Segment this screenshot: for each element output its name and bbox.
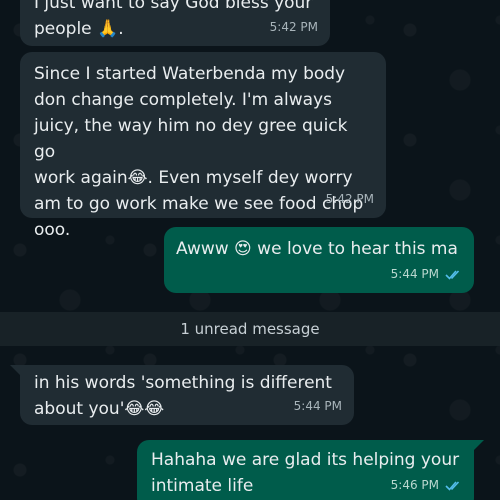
message-text: Awww 😍 we love to hear this ma — [176, 239, 458, 259]
unread-divider: 1 unread message — [0, 312, 500, 346]
double-check-icon — [445, 480, 460, 491]
unread-label: 1 unread message — [180, 320, 320, 338]
incoming-message[interactable]: Since I started Waterbenda my body don c… — [20, 52, 386, 240]
message-time: 5:42 PM — [269, 20, 318, 34]
bubble-tail — [10, 365, 20, 375]
chat-area[interactable]: I just want to say God bless your people… — [0, 0, 500, 500]
message-time: 5:44 PM — [293, 399, 342, 413]
message-meta: 5:44 PM — [391, 261, 462, 287]
message-text: Since I started Waterbenda my body don c… — [34, 64, 364, 240]
incoming-message[interactable]: in his words 'something is different abo… — [20, 365, 354, 425]
bubble-tail — [474, 440, 484, 450]
message-meta: 5:42 PM — [270, 14, 318, 40]
incoming-message[interactable]: I just want to say God bless your people… — [20, 0, 330, 46]
outgoing-message[interactable]: Hahaha we are glad its helping your inti… — [137, 440, 474, 500]
message-meta: 5:44 PM — [294, 393, 342, 419]
message-time: 5:42 PM — [325, 192, 374, 206]
message-meta: 5:42 PM — [326, 186, 374, 212]
message-time: 5:46 PM — [390, 478, 439, 492]
double-check-icon — [445, 269, 460, 280]
message-meta: 5:46 PM — [391, 472, 462, 498]
message-time: 5:44 PM — [390, 267, 439, 281]
outgoing-message[interactable]: Awww 😍 we love to hear this ma 5:44 PM — [164, 227, 474, 293]
